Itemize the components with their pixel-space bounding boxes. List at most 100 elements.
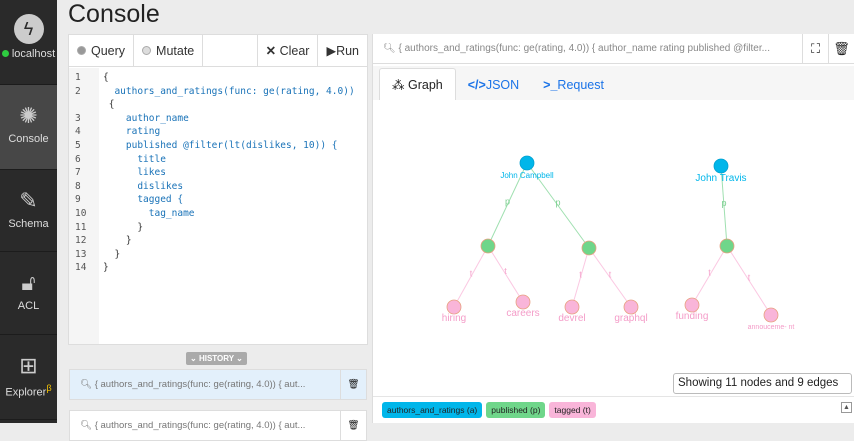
edge-label: p	[721, 198, 726, 208]
code-line: dislikes	[103, 180, 184, 192]
run-label: Run	[336, 43, 359, 58]
legend-published: published (p)	[486, 402, 546, 418]
legend-tagged: tagged (t)	[549, 402, 596, 418]
history-query: { authors_and_ratings(func: ge(rating, 4…	[94, 379, 306, 390]
graph-node[interactable]	[713, 158, 729, 174]
edge-label: t	[748, 273, 751, 283]
node-label: graphql	[614, 313, 647, 324]
code-editor[interactable]: 1 2 3 4 5 6 7 8 9 10 11 12 13 14 { authors_and_rating…	[69, 68, 367, 344]
node-label: funding	[676, 311, 709, 322]
pencil-ruler-icon: ✎	[19, 188, 38, 213]
fullscreen-icon[interactable]: ⛶	[802, 34, 828, 63]
mutate-label: Mutate	[156, 43, 195, 58]
code-line: authors_and_ratings(func: ge(rating, 4.0…	[103, 85, 355, 97]
query-radio[interactable]: Query	[69, 35, 135, 66]
line-number: 13	[75, 248, 87, 260]
search-icon: 🔍︎	[383, 43, 396, 54]
graph-node[interactable]	[519, 155, 535, 171]
code-line: }	[103, 248, 121, 260]
status-dot-icon	[1, 50, 9, 57]
code-line: tagged {	[103, 194, 184, 206]
radio-icon	[142, 46, 152, 55]
line-number: 9	[75, 194, 81, 206]
server-indicator[interactable]: ϟ localhost	[0, 0, 57, 85]
node-label: hiring	[442, 313, 466, 324]
lock-icon: 🔓︎	[21, 270, 36, 295]
result-query: { authors_and_ratings(func: ge(rating, 4…	[398, 43, 770, 54]
edge-label: p	[555, 198, 560, 208]
history-toggle[interactable]: ⌄ HISTORY ⌄	[186, 352, 247, 365]
line-number: 7	[75, 167, 81, 179]
edge-label: p	[505, 197, 510, 207]
trash-icon[interactable]: 🗑︎	[340, 411, 366, 440]
sidebar: ϟ localhost ✺ Console ✎ Schema 🔓︎ ACL ⊞ …	[0, 0, 57, 423]
graph-node[interactable]	[763, 307, 779, 323]
trash-icon[interactable]: 🗑︎	[340, 370, 366, 399]
toolbar-spacer	[203, 35, 258, 66]
legend: authors_and_ratings (a) published (p) ta…	[373, 396, 854, 423]
query-label: Query	[91, 43, 126, 58]
code-line: {	[103, 72, 109, 83]
code-icon: </>	[467, 78, 486, 92]
graph-node[interactable]	[446, 299, 462, 315]
history-item[interactable]: 🔍︎ { authors_and_ratings(func: ge(rating…	[69, 410, 367, 441]
sitemap-icon: ⊞	[19, 353, 38, 378]
code-line: published @filter(lt(dislikes, 10)) {	[103, 140, 338, 151]
edge-label: t	[609, 270, 612, 280]
line-number: 5	[75, 140, 81, 151]
expand-icon[interactable]: ▲	[841, 402, 852, 413]
tab-label: JSON	[485, 78, 520, 92]
play-icon: ▶	[326, 44, 337, 58]
node-label: John Travis	[695, 173, 746, 184]
graph-node[interactable]	[623, 299, 639, 315]
graph-nodes-icon: ✺	[19, 103, 38, 128]
graph-node[interactable]	[719, 238, 735, 254]
line-number: 14	[75, 262, 87, 274]
graph-node[interactable]	[515, 294, 531, 310]
line-number: 12	[75, 235, 87, 247]
line-number: 8	[75, 180, 81, 192]
tab-json[interactable]: </>JSON	[456, 70, 531, 100]
line-number: 10	[75, 208, 87, 219]
line-gutter: 1 2 3 4 5 6 7 8 9 10 11 12 13 14	[69, 68, 99, 344]
clear-label: Clear	[279, 43, 310, 58]
sidebar-item-acl[interactable]: 🔓︎ ACL	[0, 252, 57, 335]
result-panel: 🔍︎ { authors_and_ratings(func: ge(rating…	[372, 34, 854, 423]
graph-node[interactable]	[684, 297, 700, 313]
tab-graph[interactable]: ⁂ Graph	[379, 68, 456, 100]
sidebar-item-explorer[interactable]: ⊞ Explorerβ	[0, 335, 57, 420]
line-number: 3	[75, 112, 81, 124]
search-icon: 🔍︎	[80, 420, 93, 431]
code-line: rating	[103, 126, 161, 138]
query-editor-panel: Query Mutate ✕ Clear ▶ Run 1 2 3 4 5 6 7 8 9 10 11 1…	[68, 34, 368, 345]
sidebar-item-console[interactable]: ✺ Console	[0, 85, 57, 170]
graph-status: Showing 11 nodes and 9 edges	[673, 373, 852, 394]
sidebar-item-schema[interactable]: ✎ Schema	[0, 170, 57, 252]
search-icon: 🔍︎	[80, 379, 93, 390]
sidebar-item-label: Console	[8, 133, 49, 145]
edge-label: t	[504, 266, 507, 276]
graph-canvas[interactable]: p p pt t t t t tJohn Campbell John Travishiring c…	[373, 100, 854, 396]
trash-icon[interactable]: 🗑︎	[828, 34, 854, 63]
node-label: devrel	[558, 313, 585, 324]
history-item[interactable]: 🔍︎ { authors_and_ratings(func: ge(rating…	[69, 369, 367, 400]
run-button[interactable]: ▶ Run	[318, 35, 367, 66]
line-number: 2	[75, 85, 81, 97]
dgraph-logo-icon: ϟ	[13, 14, 44, 44]
code-line: tag_name	[103, 208, 195, 219]
line-number: 11	[75, 221, 87, 233]
code-line: title	[103, 153, 166, 165]
tab-request[interactable]: >_Request	[531, 70, 616, 100]
node-label: annouceme- nt	[748, 324, 795, 331]
beta-badge: β	[46, 383, 52, 393]
line-number	[69, 99, 99, 112]
history-query: { authors_and_ratings(func: ge(rating, 4…	[94, 420, 306, 431]
graph-node[interactable]	[581, 240, 597, 256]
sidebar-item-label: Explorer	[5, 386, 47, 399]
mutate-radio[interactable]: Mutate	[134, 35, 204, 66]
graph-node[interactable]	[564, 299, 580, 315]
node-label: careers	[506, 308, 539, 319]
graph-node[interactable]	[480, 238, 496, 254]
code-line: author_name	[103, 112, 189, 124]
clear-button[interactable]: ✕ Clear	[258, 35, 319, 66]
